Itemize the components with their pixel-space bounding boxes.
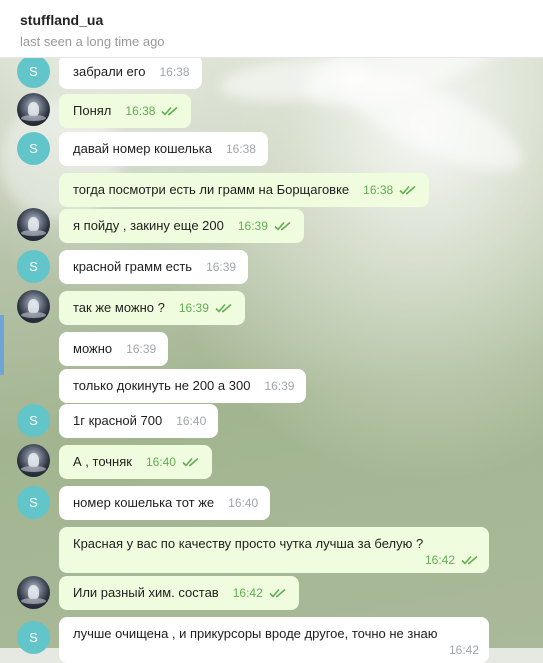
message-time: 16:39	[237, 219, 268, 233]
message-time: 16:39	[206, 260, 237, 274]
message-text: тогда посмотри есть ли грамм на Борщагов…	[73, 182, 350, 197]
avatar[interactable]: S	[17, 404, 50, 437]
message-list[interactable]: S забрали его 16:38 Понял 16:38 S давай но…	[0, 0, 543, 663]
message-text: можно	[73, 341, 113, 356]
message-bubble[interactable]: только докинуть не 200 а 300 16:39	[59, 369, 307, 403]
avatar[interactable]	[17, 93, 50, 126]
message-time: 16:40	[176, 414, 207, 428]
avatar[interactable]	[17, 290, 50, 323]
message-time: 16:39	[178, 301, 209, 315]
message-bubble[interactable]: номер кошелька тот же 16:40	[59, 486, 271, 520]
message-time: 16:38	[225, 142, 256, 156]
double-check-icon	[161, 106, 179, 116]
message-time: 16:39	[126, 342, 157, 356]
message-bubble[interactable]: красной грамм есть 16:39	[59, 250, 249, 284]
message-bubble[interactable]: забрали его 16:38	[59, 55, 202, 89]
message-text: номер кошелька тот же	[73, 495, 215, 510]
double-check-icon	[274, 221, 292, 231]
message-text: забрали его	[73, 64, 146, 79]
message-time: 16:38	[125, 104, 156, 118]
message-text: Понял	[73, 103, 112, 118]
message-text: Или разный хим. состав	[73, 585, 219, 600]
chat-status: last seen a long time ago	[20, 34, 165, 49]
message-bubble[interactable]: можно 16:39	[59, 332, 169, 366]
message-bubble[interactable]: так же можно ? 16:39	[59, 291, 245, 325]
message-time: 16:40	[145, 455, 176, 469]
message-bubble[interactable]: А , точняк 16:40	[59, 445, 212, 479]
chat-title[interactable]: stuffland_ua	[20, 12, 103, 28]
message-text: А , точняк	[73, 454, 132, 469]
avatar[interactable]	[17, 444, 50, 477]
message-text: лучше очищена , и прикурсоры вроде друго…	[73, 626, 438, 641]
message-time: 16:42	[424, 553, 455, 567]
message-text: я пойду , закину еще 200	[73, 218, 224, 233]
message-bubble[interactable]: Понял 16:38	[59, 94, 192, 128]
message-bubble[interactable]: лучше очищена , и прикурсоры вроде друго…	[59, 617, 489, 663]
message-bubble[interactable]: Красная у вас по качеству просто чутка л…	[59, 527, 489, 573]
message-bubble[interactable]: я пойду , закину еще 200 16:39	[59, 209, 304, 243]
message-time: 16:40	[228, 496, 259, 510]
double-check-icon	[461, 555, 479, 565]
avatar[interactable]	[17, 576, 50, 609]
message-text: Красная у вас по качеству просто чутка л…	[73, 536, 424, 551]
message-bubble[interactable]: 1г красной 700 16:40	[59, 404, 219, 438]
message-time: 16:39	[264, 379, 295, 393]
message-bubble[interactable]: давай номер кошелька 16:38	[59, 132, 268, 166]
message-bubble[interactable]: тогда посмотри есть ли грамм на Борщагов…	[59, 173, 430, 207]
avatar[interactable]	[17, 208, 50, 241]
double-check-icon	[269, 588, 287, 598]
message-text: 1г красной 700	[73, 413, 163, 428]
chat-header[interactable]: stuffland_ua last seen a long time ago	[0, 0, 543, 58]
message-time: 16:42	[232, 586, 263, 600]
message-bubble[interactable]: Или разный хим. состав 16:42	[59, 576, 299, 610]
message-text: только докинуть не 200 а 300	[73, 378, 251, 393]
avatar[interactable]: S	[17, 250, 50, 283]
avatar[interactable]: S	[17, 621, 50, 654]
message-text: давай номер кошелька	[73, 141, 212, 156]
message-text: так же можно ?	[73, 300, 165, 315]
message-time: 16:38	[363, 183, 394, 197]
double-check-icon	[215, 303, 233, 313]
double-check-icon	[399, 185, 417, 195]
avatar[interactable]: S	[17, 486, 50, 519]
avatar[interactable]: S	[17, 132, 50, 165]
double-check-icon	[182, 457, 200, 467]
message-time: 16:42	[448, 643, 479, 657]
message-text: красной грамм есть	[73, 259, 193, 274]
message-time: 16:38	[159, 65, 190, 79]
avatar[interactable]: S	[17, 55, 50, 88]
